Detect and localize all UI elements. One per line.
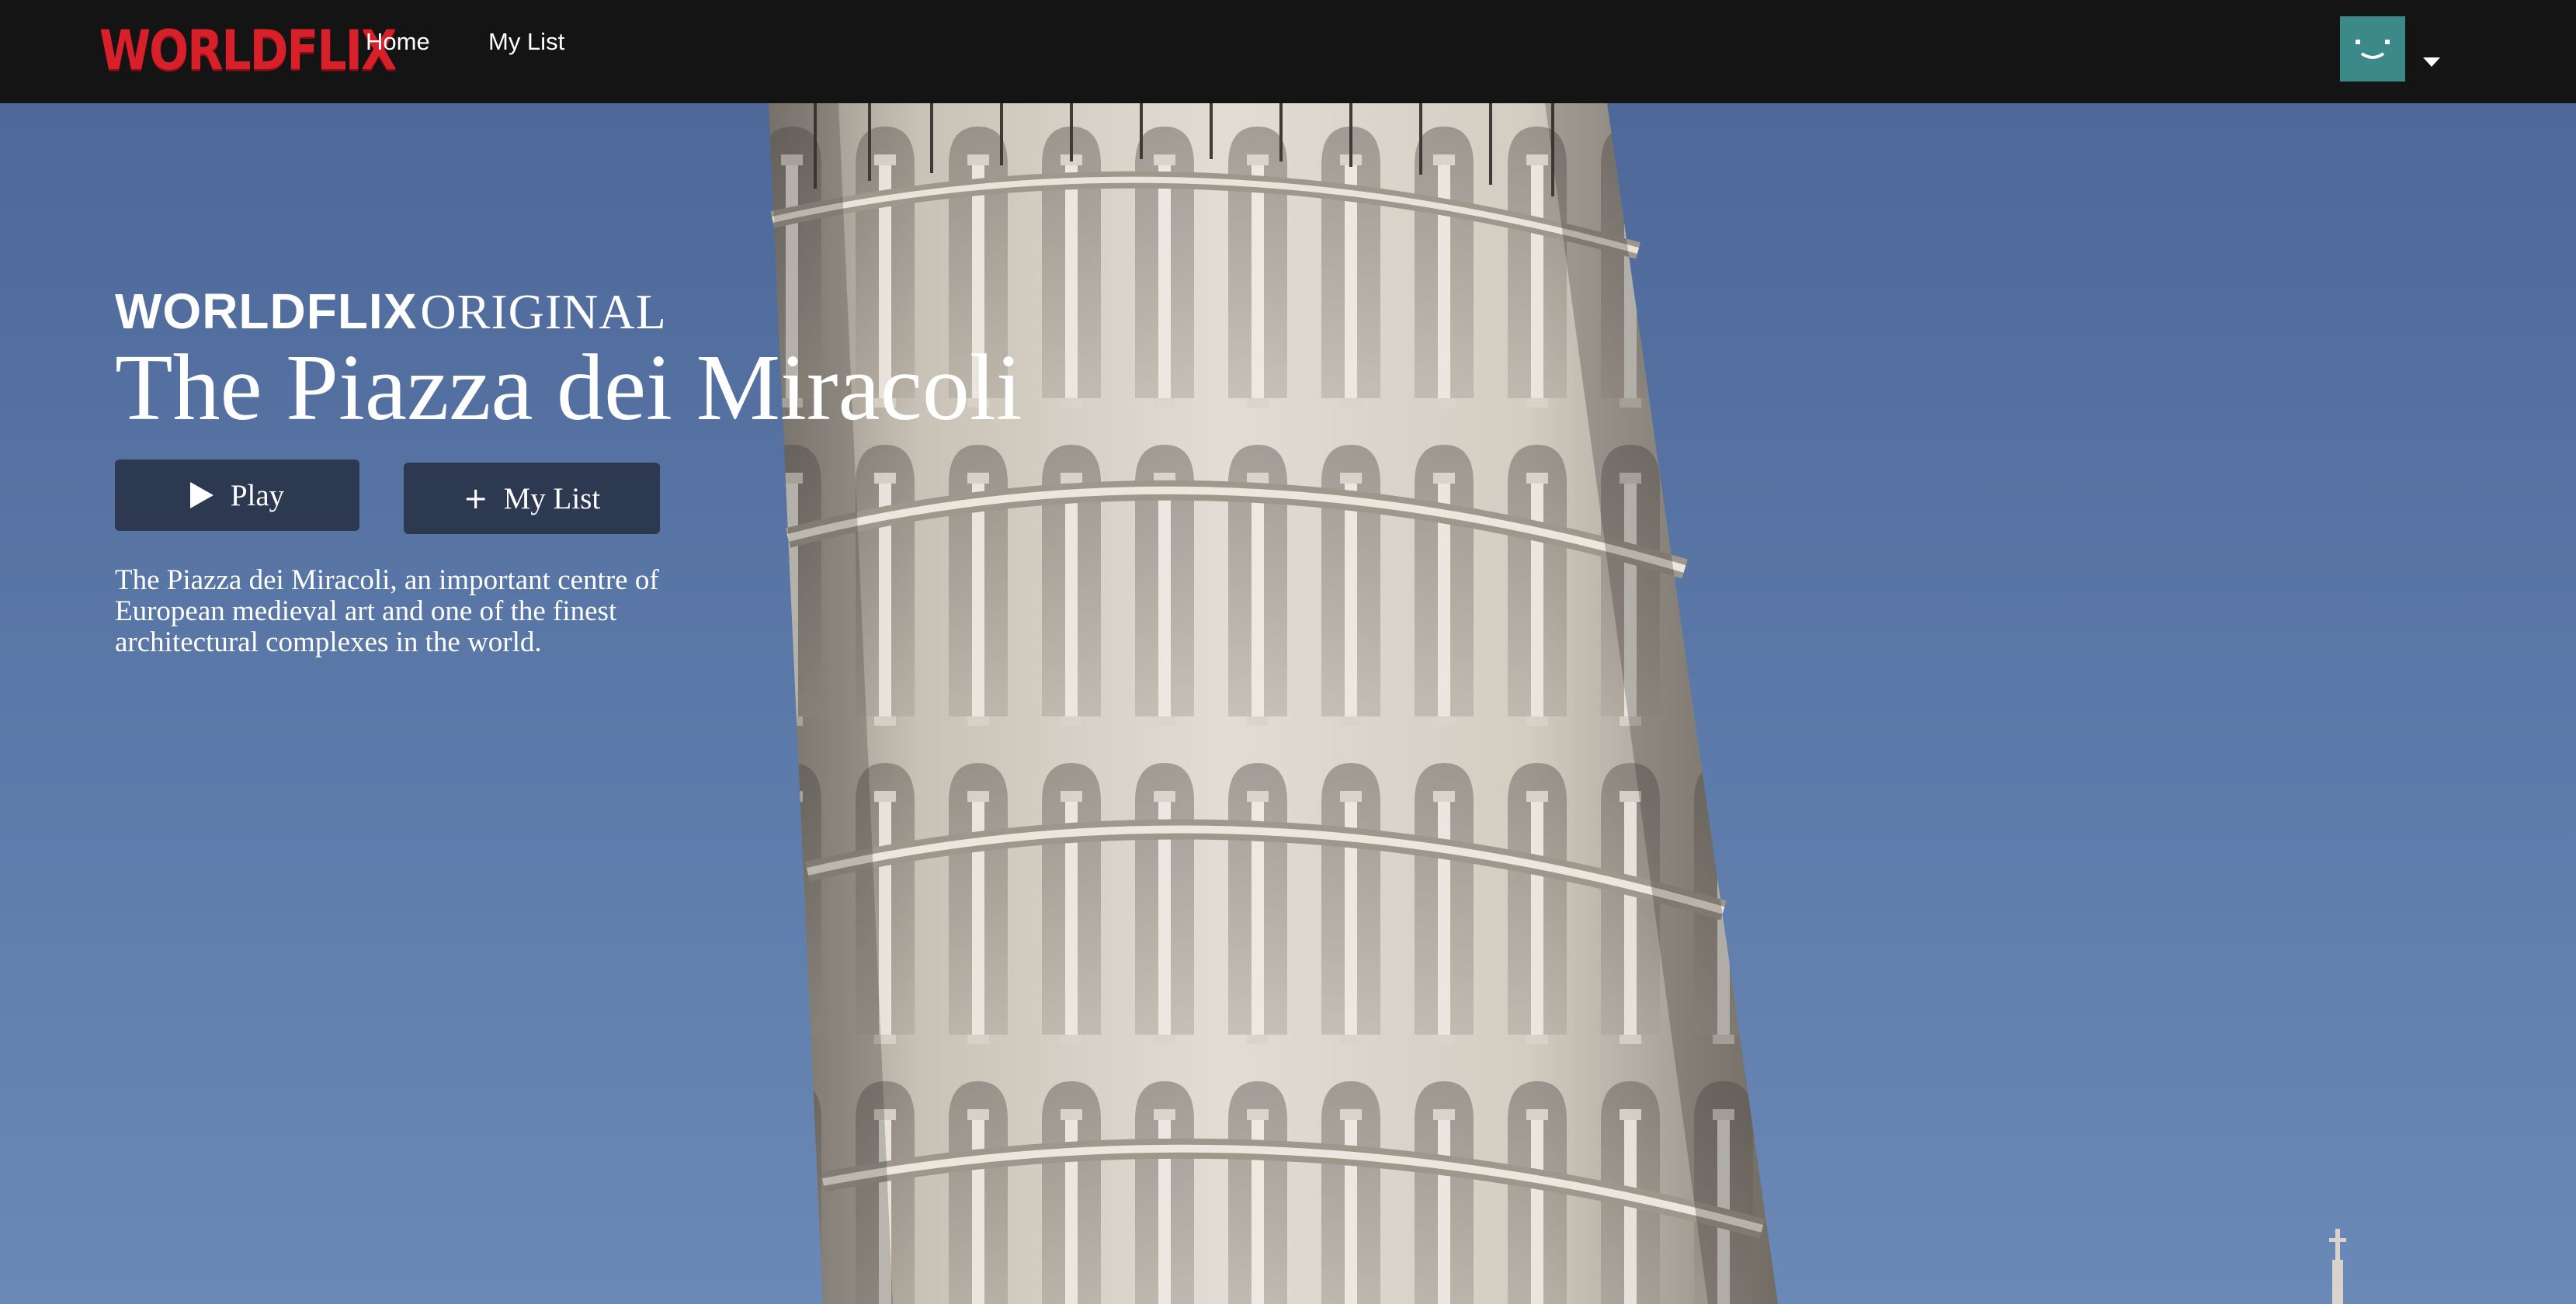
- top-navbar: WORLDFLIX Home My List: [0, 0, 2576, 103]
- my-list-button-label: My List: [503, 481, 601, 515]
- hero-description: The Piazza dei Miracoli, an important ce…: [115, 564, 659, 658]
- nav-home-link[interactable]: Home: [366, 28, 430, 56]
- hero-title: The Piazza dei Miracoli: [115, 335, 1022, 440]
- original-label: ORIGINAL: [420, 284, 667, 339]
- original-badge: WORLDFLIX ORIGINAL: [115, 283, 667, 341]
- profile-caret-down-icon[interactable]: [2423, 57, 2440, 67]
- smiley-avatar-icon: [2340, 16, 2405, 82]
- play-icon: [189, 482, 214, 508]
- plus-icon: +: [463, 481, 488, 515]
- play-button[interactable]: Play: [115, 460, 359, 531]
- worldflix-logo[interactable]: WORLDFLIX: [99, 19, 397, 83]
- profile-avatar[interactable]: [2340, 16, 2405, 82]
- nav-mylist-link[interactable]: My List: [488, 28, 564, 56]
- add-to-my-list-button[interactable]: + My List: [404, 463, 660, 534]
- original-brand-name: WORLDFLIX: [115, 283, 418, 339]
- hero-banner: WORLDFLIX ORIGINAL The Piazza dei Miraco…: [0, 103, 2576, 1304]
- play-button-label: Play: [230, 478, 285, 512]
